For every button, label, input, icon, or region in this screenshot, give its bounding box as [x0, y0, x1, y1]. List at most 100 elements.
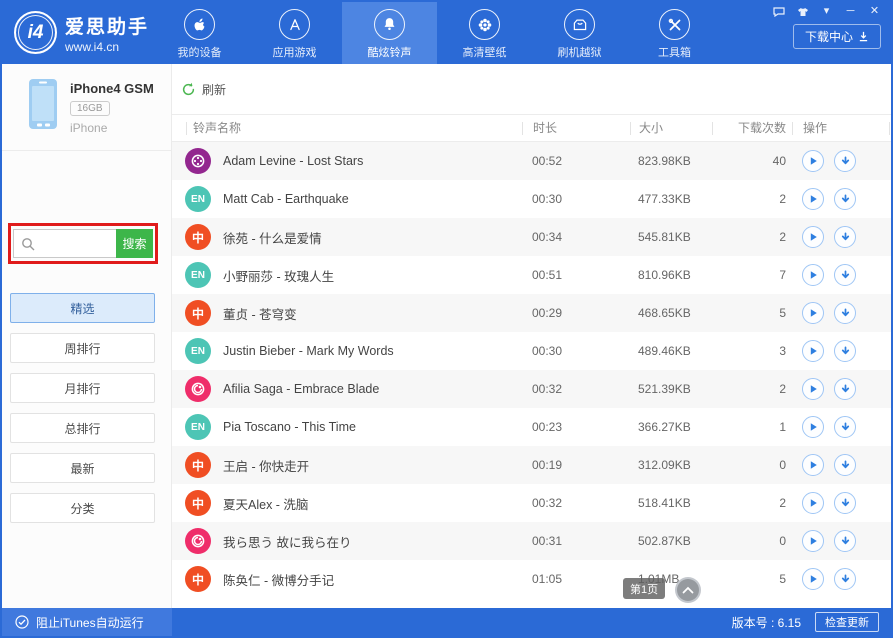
- download-button[interactable]: [834, 340, 856, 362]
- menu-caret-icon[interactable]: ▾: [820, 6, 833, 17]
- cell-duration: 00:31: [522, 534, 630, 548]
- table-row: Afilia Saga - Embrace Blade 00:32 521.39…: [172, 370, 891, 408]
- cn-badge-icon: 中: [185, 300, 211, 326]
- download-button[interactable]: [834, 492, 856, 514]
- jp-badge-icon: [185, 528, 211, 554]
- download-button[interactable]: [834, 454, 856, 476]
- toolbar: 刷新: [172, 64, 891, 115]
- download-button[interactable]: [834, 226, 856, 248]
- download-button[interactable]: [834, 188, 856, 210]
- skin-icon[interactable]: [796, 6, 809, 17]
- download-button[interactable]: [834, 264, 856, 286]
- cn-badge-icon: 中: [185, 452, 211, 478]
- cell-actions: [792, 150, 891, 172]
- play-icon: [808, 384, 818, 394]
- play-button[interactable]: [802, 568, 824, 590]
- play-button[interactable]: [802, 302, 824, 324]
- download-button[interactable]: [834, 150, 856, 172]
- block-itunes-toggle[interactable]: 阻止iTunes自动运行: [2, 608, 172, 636]
- search-input[interactable]: [35, 230, 116, 257]
- table-row: Adam Levine - Lost Stars 00:52 823.98KB …: [172, 142, 891, 180]
- category-button-5[interactable]: 最新: [10, 453, 155, 483]
- play-icon: [808, 498, 818, 508]
- download-button[interactable]: [834, 378, 856, 400]
- cell-download-count: 40: [712, 154, 792, 168]
- check-update-button[interactable]: 检查更新: [815, 612, 879, 632]
- cell-size: 518.41KB: [630, 496, 712, 510]
- cell-duration: 00:30: [522, 344, 630, 358]
- wallpaper-icon: [469, 9, 500, 40]
- cell-ringtone-name: EN 小野丽莎 - 玫瑰人生: [172, 262, 522, 288]
- cell-duration: 00:30: [522, 192, 630, 206]
- cell-duration: 00:32: [522, 496, 630, 510]
- play-button[interactable]: [802, 416, 824, 438]
- category-button-3[interactable]: 月排行: [10, 373, 155, 403]
- ringtone-panel: 刷新 铃声名称 时长 大小 下载次数 操作 Adam Levine - Lost…: [172, 64, 891, 608]
- window-controls: ▾ ─ ✕: [772, 6, 881, 17]
- minimize-icon[interactable]: ─: [844, 6, 857, 17]
- play-button[interactable]: [802, 150, 824, 172]
- play-icon: [808, 232, 818, 242]
- nav-item-toolbox[interactable]: 工具箱: [627, 2, 722, 64]
- cell-download-count: 3: [712, 344, 792, 358]
- cell-ringtone-name: 中 王启 - 你快走开: [172, 452, 522, 478]
- version-label: 版本号 : 6.15: [732, 614, 801, 631]
- cell-size: 521.39KB: [630, 382, 712, 396]
- download-center-button[interactable]: 下载中心: [793, 24, 881, 49]
- nav-item-apps-games[interactable]: 应用游戏: [247, 2, 342, 64]
- download-button[interactable]: [834, 530, 856, 552]
- table-row: 我ら思う 故に我ら在り 00:31 502.87KB 0: [172, 522, 891, 560]
- search-button[interactable]: 搜索: [116, 229, 153, 258]
- download-button[interactable]: [834, 302, 856, 324]
- app-window: i4 爱思助手 www.i4.cn 我的设备 应用游戏: [0, 0, 893, 638]
- nav-item-jailbreak[interactable]: 刷机越狱: [532, 2, 627, 64]
- play-icon: [808, 194, 818, 204]
- feedback-icon[interactable]: [772, 6, 785, 17]
- download-arrow-icon: [840, 308, 851, 319]
- nav-item-ringtones[interactable]: 酷炫铃声: [342, 2, 437, 64]
- bell-icon: [374, 9, 405, 40]
- category-button-2[interactable]: 周排行: [10, 333, 155, 363]
- play-icon: [808, 346, 818, 356]
- cn-badge-icon: 中: [185, 566, 211, 592]
- download-arrow-icon: [840, 422, 851, 433]
- play-button[interactable]: [802, 378, 824, 400]
- refresh-button[interactable]: 刷新: [181, 81, 226, 98]
- play-button[interactable]: [802, 226, 824, 248]
- app-title: 爱思助手: [65, 12, 149, 39]
- logo-badge-text: i4: [28, 22, 44, 44]
- download-button[interactable]: [834, 416, 856, 438]
- en-badge-icon: EN: [185, 338, 211, 364]
- apple-icon: [184, 9, 215, 40]
- logo-text: 爱思助手 www.i4.cn: [65, 12, 149, 54]
- top-header: i4 爱思助手 www.i4.cn 我的设备 应用游戏: [2, 2, 891, 64]
- play-button[interactable]: [802, 264, 824, 286]
- close-icon[interactable]: ✕: [868, 6, 881, 17]
- cell-size: 489.46KB: [630, 344, 712, 358]
- cell-duration: 00:32: [522, 382, 630, 396]
- refresh-icon: [181, 82, 196, 97]
- play-icon: [808, 156, 818, 166]
- ringtone-table: Adam Levine - Lost Stars 00:52 823.98KB …: [172, 142, 891, 598]
- cell-actions: [792, 378, 891, 400]
- play-button[interactable]: [802, 454, 824, 476]
- category-button-4[interactable]: 总排行: [10, 413, 155, 443]
- check-circle-icon: [15, 615, 29, 629]
- cell-ringtone-name: EN Justin Bieber - Mark My Words: [172, 338, 522, 364]
- chevron-up-icon: [682, 586, 694, 594]
- play-button[interactable]: [802, 340, 824, 362]
- cell-size: 312.09KB: [630, 458, 712, 472]
- play-button[interactable]: [802, 492, 824, 514]
- play-icon: [808, 422, 818, 432]
- back-to-top-button[interactable]: [675, 577, 701, 603]
- category-button-6[interactable]: 分类: [10, 493, 155, 523]
- play-button[interactable]: [802, 188, 824, 210]
- cell-duration: 00:19: [522, 458, 630, 472]
- nav-item-wallpapers[interactable]: 高清壁纸: [437, 2, 532, 64]
- nav-item-my-device[interactable]: 我的设备: [152, 2, 247, 64]
- download-button[interactable]: [834, 568, 856, 590]
- category-button-1[interactable]: 精选: [10, 293, 155, 323]
- table-row: 中 董贞 - 苍穹变 00:29 468.65KB 5: [172, 294, 891, 332]
- play-button[interactable]: [802, 530, 824, 552]
- block-itunes-label: 阻止iTunes自动运行: [36, 614, 144, 631]
